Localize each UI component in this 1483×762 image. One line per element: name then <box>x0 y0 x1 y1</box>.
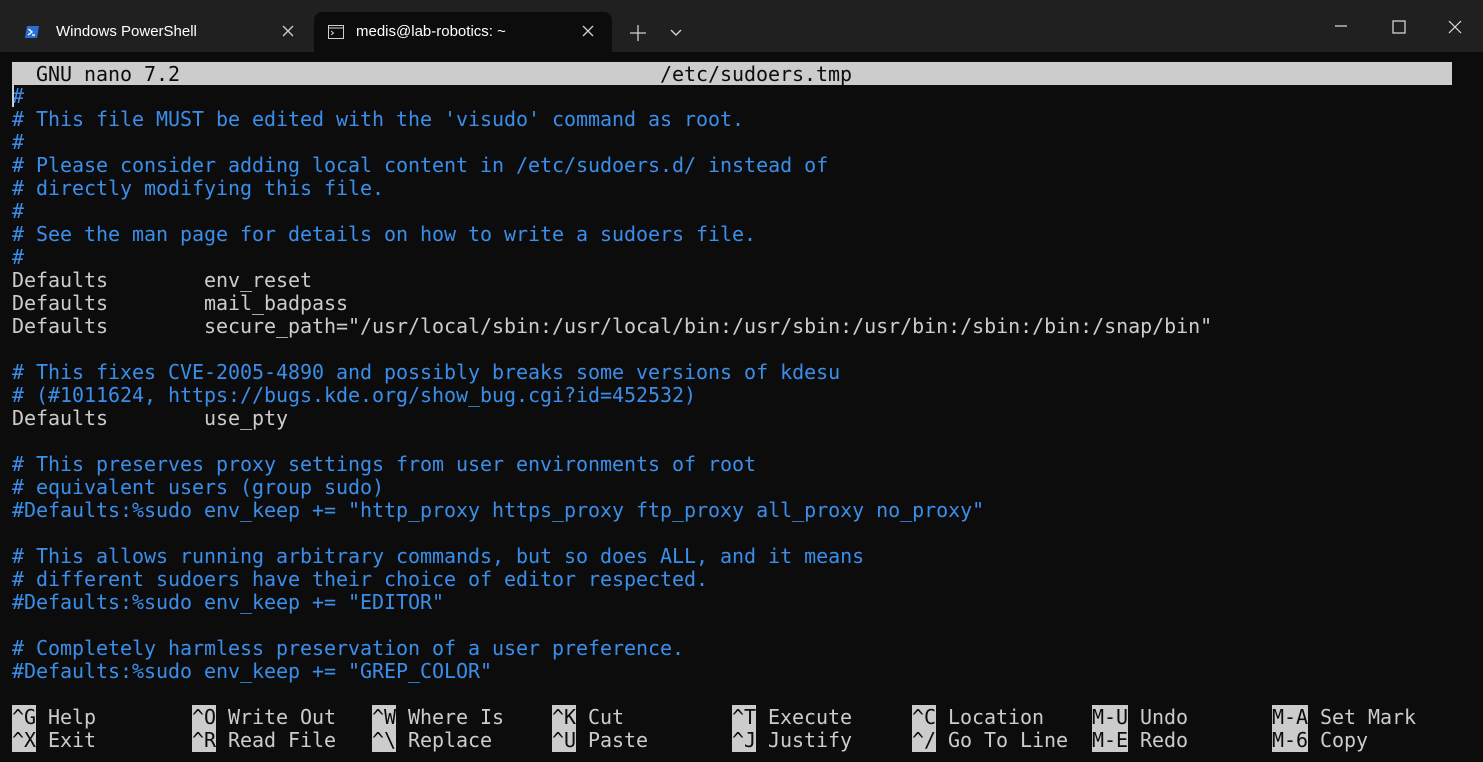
shortcut-label: Location <box>948 705 1045 729</box>
nano-header-bar: GNU nano 7.2 /etc/sudoers.tmp <box>12 62 1452 85</box>
editor-line: Defaults env_reset <box>12 268 313 292</box>
shortcut-label: Exit <box>48 728 97 752</box>
shortcut-item: ^K Cut <box>552 705 625 729</box>
editor-line: #Defaults:%sudo env_keep += "http_proxy … <box>12 498 985 522</box>
tab-label: Windows PowerShell <box>56 23 197 40</box>
shortcut-key: ^O <box>192 705 217 729</box>
shortcut-item: M-E Redo <box>1092 728 1189 752</box>
shortcut-item: ^X Exit <box>12 728 97 752</box>
editor-line: # directly modifying this file. <box>12 176 385 200</box>
editor-line: # Please consider adding local content i… <box>12 153 829 177</box>
shortcut-label: Replace <box>408 728 493 752</box>
close-tab-icon[interactable] <box>278 21 298 41</box>
editor-line: Defaults mail_badpass <box>12 291 349 315</box>
shortcut-label: Redo <box>1140 728 1189 752</box>
editor-line: # This file MUST be edited with the 'vis… <box>12 107 745 131</box>
editor-line: # Completely harmless preservation of a … <box>12 636 685 660</box>
shortcut-key: ^J <box>732 728 757 752</box>
tab-windows-powershell[interactable]: Windows PowerShell <box>10 12 312 52</box>
shortcut-key: ^K <box>552 705 577 729</box>
shortcut-item: ^C Location <box>912 705 1045 729</box>
shortcut-key: ^T <box>732 705 757 729</box>
shortcut-key: M-U <box>1092 705 1129 729</box>
shortcut-item: M-U Undo <box>1092 705 1189 729</box>
plus-icon[interactable] <box>627 22 649 44</box>
title-bar: Windows PowerShell medis@lab-robotics: ~ <box>0 0 1483 52</box>
tab-label: medis@lab-robotics: ~ <box>356 23 506 40</box>
app-version: GNU nano 7.2 <box>36 62 181 86</box>
shortcut-key: ^/ <box>912 728 937 752</box>
shortcut-item: ^/ Go To Line <box>912 728 1069 752</box>
editor-line: # <box>12 130 25 154</box>
shortcut-label: Set Mark <box>1320 705 1417 729</box>
editor-line: Defaults use_pty <box>12 406 289 430</box>
shortcut-key: ^\ <box>372 728 397 752</box>
shortcut-item: ^\ Replace <box>372 728 493 752</box>
editor-line: # See the man page for details on how to… <box>12 222 757 246</box>
editor-line: # This allows running arbitrary commands… <box>12 544 865 568</box>
tab-medis-lab-robotics[interactable]: medis@lab-robotics: ~ <box>314 12 612 52</box>
shortcut-label: Help <box>48 705 97 729</box>
editor-line: # This preserves proxy settings from use… <box>12 452 757 476</box>
file-name: /etc/sudoers.tmp <box>660 62 853 86</box>
powershell-icon <box>25 26 39 38</box>
editor-line: # <box>12 245 25 269</box>
shortcut-label: Cut <box>588 705 625 729</box>
shortcut-item: ^O Write Out <box>192 705 337 729</box>
editor-line: #Defaults:%sudo env_keep += "EDITOR" <box>12 590 445 614</box>
editor-line: #Defaults:%sudo env_keep += "GREP_COLOR" <box>12 659 493 683</box>
shortcut-key: ^R <box>192 728 217 752</box>
shortcut-label: Where Is <box>408 705 505 729</box>
shortcut-key: ^C <box>912 705 937 729</box>
shortcut-label: Paste <box>588 728 649 752</box>
shortcut-item: ^R Read File <box>192 728 337 752</box>
close-tab-icon[interactable] <box>578 21 598 41</box>
editor-line: # (#1011624, https://bugs.kde.org/show_b… <box>12 383 697 407</box>
editor-line: # <box>12 199 25 223</box>
shortcut-label: Write Out <box>228 705 337 729</box>
shortcut-key: ^X <box>12 728 37 752</box>
shortcut-label: Justify <box>768 728 853 752</box>
shortcut-key: M-A <box>1272 705 1309 729</box>
minimize-icon[interactable] <box>1330 16 1352 36</box>
shortcut-label: Copy <box>1320 728 1369 752</box>
shortcut-key: ^U <box>552 728 577 752</box>
shortcut-key: ^G <box>12 705 37 729</box>
shortcut-key: M-E <box>1092 728 1129 752</box>
chevron-down-icon[interactable] <box>666 24 686 42</box>
editor-line: # equivalent users (group sudo) <box>12 475 385 499</box>
shortcut-label: Go To Line <box>948 728 1069 752</box>
shortcut-item: M-A Set Mark <box>1272 705 1417 729</box>
editor-line: # different sudoers have their choice of… <box>12 567 709 591</box>
shortcut-label: Undo <box>1140 705 1189 729</box>
terminal-icon <box>328 25 344 39</box>
editor-line: # This fixes CVE-2005-4890 and possibly … <box>12 360 841 384</box>
shortcut-item: M-6 Copy <box>1272 728 1369 752</box>
shortcut-item: ^W Where Is <box>372 705 505 729</box>
text-cursor <box>12 85 14 107</box>
close-icon[interactable] <box>1444 16 1466 38</box>
shortcut-item: ^G Help <box>12 705 97 729</box>
shortcut-item: ^U Paste <box>552 728 649 752</box>
shortcut-key: ^W <box>372 705 397 729</box>
editor-line: Defaults secure_path="/usr/local/sbin:/u… <box>12 314 1213 338</box>
shortcut-item: ^J Justify <box>732 728 853 752</box>
terminal-area[interactable]: GNU nano 7.2 /etc/sudoers.tmp # # This fi… <box>0 52 1483 762</box>
shortcut-label: Read File <box>228 728 337 752</box>
shortcut-item: ^T Execute <box>732 705 853 729</box>
maximize-icon[interactable] <box>1388 16 1410 38</box>
shortcut-key: M-6 <box>1272 728 1309 752</box>
shortcut-label: Execute <box>768 705 853 729</box>
